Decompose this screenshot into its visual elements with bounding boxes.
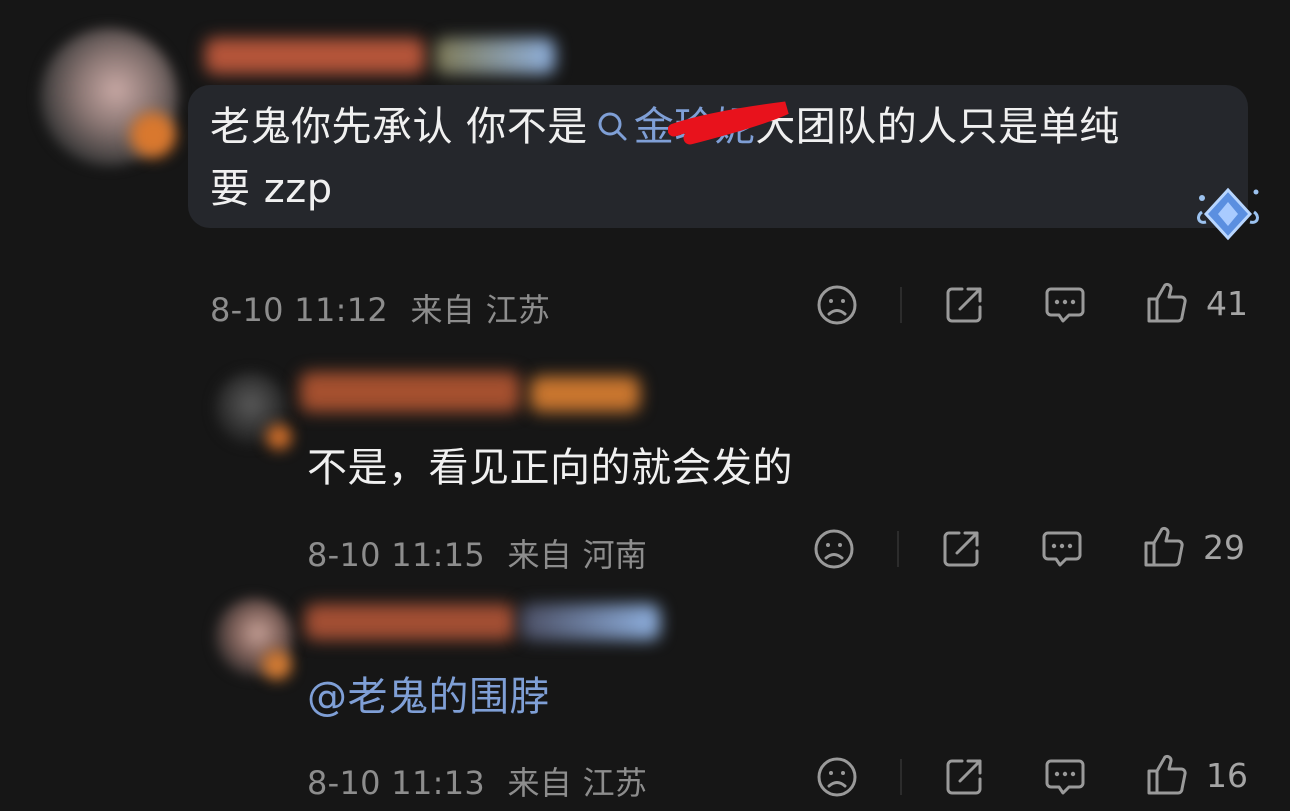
username-redacted[interactable] xyxy=(305,604,515,640)
comment-time: 8-10 11:12 xyxy=(210,291,389,329)
reply-text: 不是，看见正向的就会发的 xyxy=(307,445,793,491)
comment-meta: 8-10 11:13 来自 江苏 xyxy=(307,758,647,804)
share-icon[interactable] xyxy=(942,755,986,799)
comment-icon[interactable] xyxy=(1040,527,1084,571)
share-icon[interactable] xyxy=(942,283,986,327)
thumbs-up-icon[interactable] xyxy=(1145,753,1189,797)
comment-meta: 8-10 11:15 来自 河南 xyxy=(307,530,647,576)
comment-location: 来自 江苏 xyxy=(507,764,648,802)
divider xyxy=(897,531,899,567)
user-badge-redacted xyxy=(435,38,555,74)
sad-face-icon[interactable] xyxy=(815,755,859,799)
comment-time: 8-10 11:15 xyxy=(307,536,486,574)
diamond-badge-icon xyxy=(1197,187,1259,241)
comment-text-part: 要 zzp xyxy=(210,166,333,212)
sad-face-icon[interactable] xyxy=(812,527,856,571)
search-icon xyxy=(598,112,627,141)
like-count: 16 xyxy=(1206,756,1248,795)
comment-time: 8-10 11:13 xyxy=(307,764,486,802)
divider xyxy=(900,759,902,795)
comment-text-part: 老鬼你先承认 你不是 xyxy=(210,104,588,150)
like-count: 29 xyxy=(1203,528,1245,567)
sad-face-icon[interactable] xyxy=(815,283,859,327)
comment-icon[interactable] xyxy=(1043,283,1087,327)
avatar-badge xyxy=(262,650,292,680)
comment-meta: 8-10 11:12 来自 江苏 xyxy=(210,285,550,331)
user-badge-redacted xyxy=(520,604,660,640)
comment-text-part: 大团队的人只是单纯 xyxy=(755,104,1120,150)
avatar-badge xyxy=(266,424,292,450)
comment-location: 来自 河南 xyxy=(507,536,648,574)
like-count: 41 xyxy=(1206,284,1248,323)
thumbs-up-icon[interactable] xyxy=(1145,281,1189,325)
user-badge-redacted xyxy=(530,376,640,412)
redaction-scribble xyxy=(668,101,789,145)
avatar-badge xyxy=(130,112,176,158)
username-redacted[interactable] xyxy=(205,38,425,74)
comment-icon[interactable] xyxy=(1043,755,1087,799)
thumbs-up-icon[interactable] xyxy=(1142,525,1186,569)
comment-location: 来自 江苏 xyxy=(410,291,551,329)
mention-link[interactable]: @老鬼的围脖 xyxy=(307,666,550,728)
share-icon[interactable] xyxy=(939,527,983,571)
divider xyxy=(900,287,902,323)
username-redacted[interactable] xyxy=(300,372,520,412)
